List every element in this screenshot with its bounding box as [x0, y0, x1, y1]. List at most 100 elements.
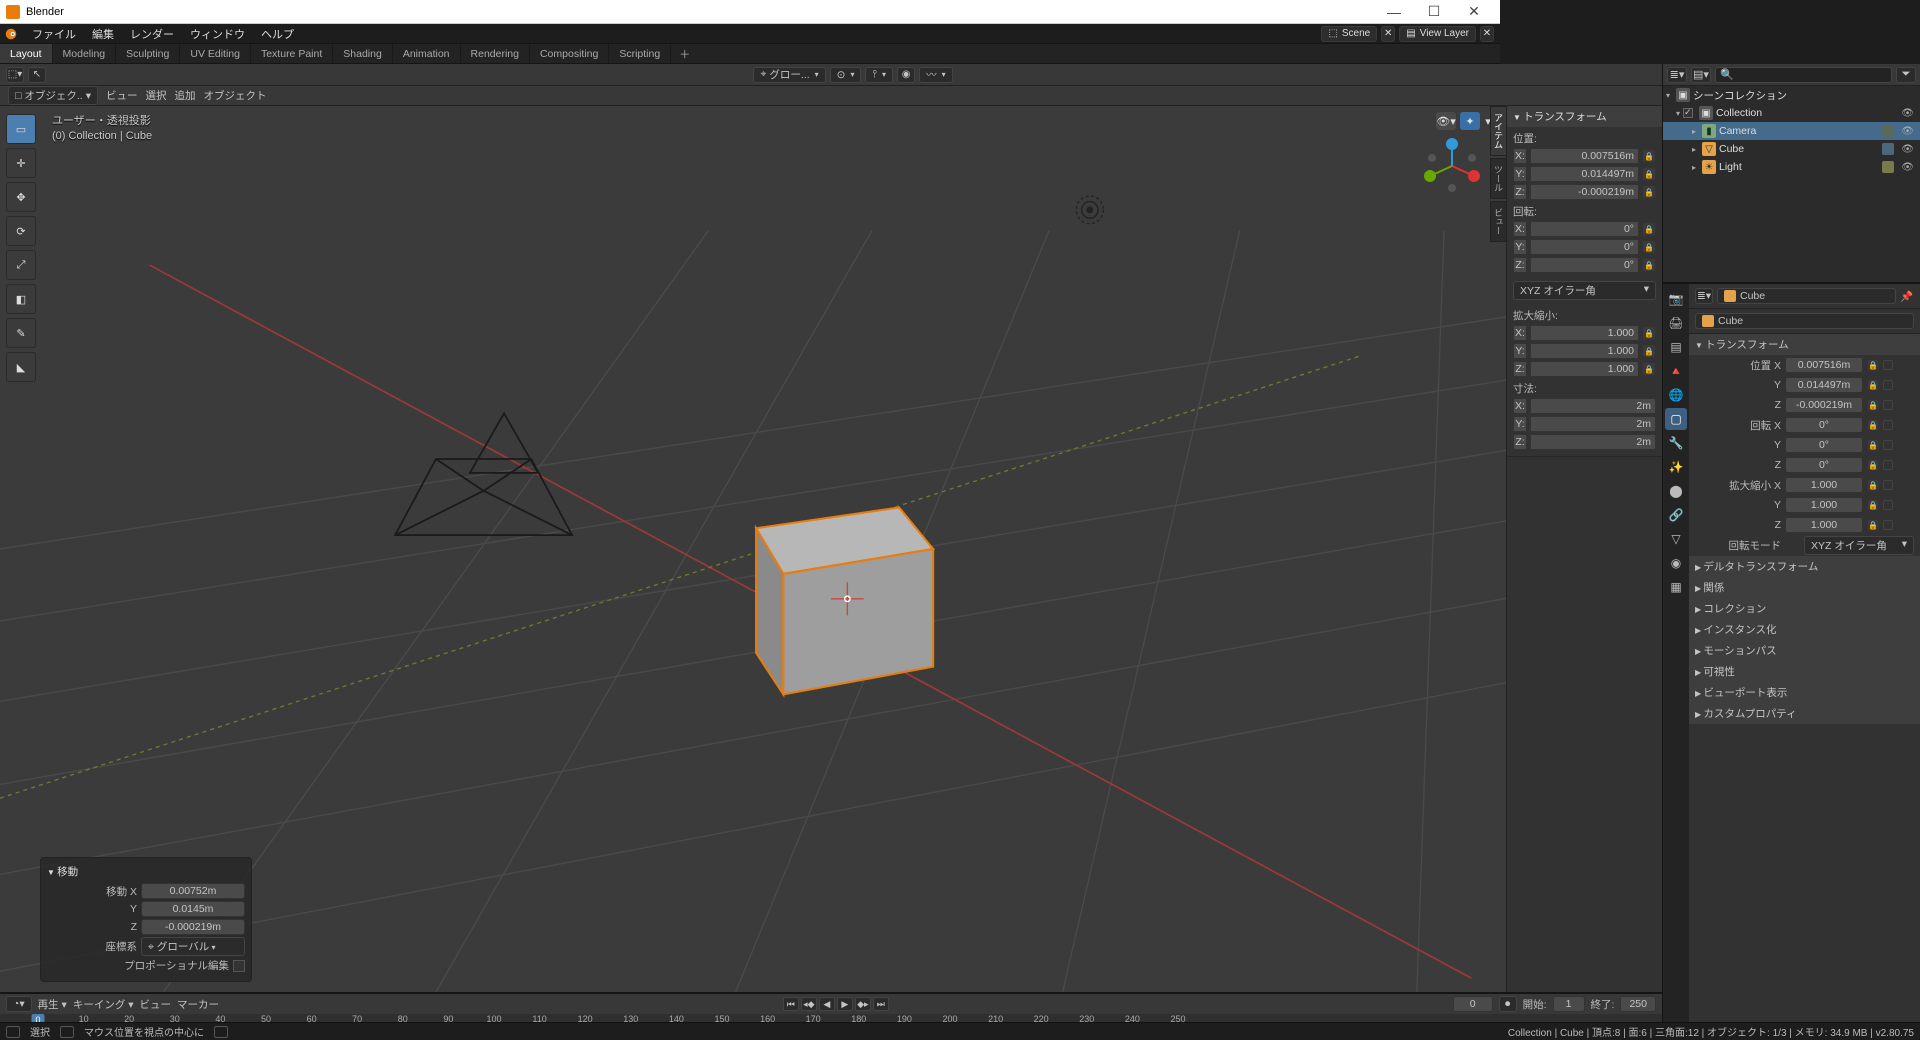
maximize-button[interactable]: ☐ [1414, 0, 1454, 24]
gizmo-toggle[interactable]: ✦ [1460, 112, 1480, 130]
workspace-add[interactable]: ＋ [671, 44, 698, 63]
tab-sculpting[interactable]: Sculpting [116, 44, 180, 63]
play[interactable]: ▶ [837, 997, 853, 1011]
cursor-tool-icon[interactable]: ↖ [28, 67, 46, 83]
tl-marker[interactable]: マーカー [177, 997, 219, 1012]
tool-select-box[interactable]: ▭ [6, 114, 36, 144]
minimize-button[interactable]: — [1374, 0, 1414, 24]
outliner-filter[interactable]: ⏷ [1896, 67, 1916, 83]
keyframe-icon[interactable] [1883, 500, 1893, 510]
keyframe-icon[interactable] [1883, 380, 1893, 390]
3d-viewport[interactable]: ▭ ✛ ✥ ⟳ ⤢ ◧ ✎ ◣ ユーザー・透視投影 (0) Collection… [0, 106, 1662, 992]
tab-shading[interactable]: Shading [333, 44, 393, 63]
timeline-editor-type[interactable]: ◔▾ [6, 996, 32, 1012]
proportional-falloff[interactable]: 〰 [919, 67, 953, 83]
lock-icon[interactable]: 🔒 [1642, 222, 1656, 236]
keyframe-icon[interactable] [1883, 400, 1893, 410]
tab-texture-paint[interactable]: Texture Paint [251, 44, 333, 63]
ptab-render[interactable]: 📷 [1665, 288, 1687, 310]
ptab-data[interactable]: ▽ [1665, 528, 1687, 550]
menu-file[interactable]: ファイル [24, 24, 84, 43]
play-reverse[interactable]: ◀ [819, 997, 835, 1011]
tab-uv-editing[interactable]: UV Editing [180, 44, 251, 63]
ptab-output[interactable]: 🖨 [1665, 312, 1687, 334]
keyframe-icon[interactable] [1883, 360, 1893, 370]
ptab-object[interactable]: ▢ [1665, 408, 1687, 430]
lock-icon[interactable]: 🔒 [1642, 185, 1656, 199]
loc-z[interactable]: -0.000219m [1530, 184, 1639, 200]
op-proportional-checkbox[interactable] [233, 960, 245, 972]
outliner-search[interactable]: 🔍 [1715, 67, 1892, 83]
tab-rendering[interactable]: Rendering [461, 44, 530, 63]
loc-y[interactable]: 0.014497m [1530, 166, 1639, 182]
menu-window[interactable]: ウィンドウ [182, 24, 253, 43]
dim-y[interactable]: 2m [1530, 416, 1656, 432]
ptab-particles[interactable]: ✨ [1665, 456, 1687, 478]
ptab-physics[interactable]: ⬤ [1665, 480, 1687, 502]
sec-viewport-display[interactable]: ビューポート表示 [1689, 682, 1920, 703]
tab-layout[interactable]: Layout [0, 44, 53, 63]
dim-x[interactable]: 2m [1530, 398, 1656, 414]
lock-icon[interactable]: 🔒 [1867, 519, 1879, 531]
pin-icon[interactable]: 📌 [1900, 290, 1914, 303]
pivot-dropdown[interactable]: ⊙ [830, 67, 862, 83]
lock-icon[interactable]: 🔒 [1867, 439, 1879, 451]
tab-compositing[interactable]: Compositing [530, 44, 609, 63]
ptab-material[interactable]: ◉ [1665, 552, 1687, 574]
keyframe-icon[interactable] [1883, 420, 1893, 430]
tab-animation[interactable]: Animation [393, 44, 461, 63]
last-operator-header[interactable]: 移動 [47, 862, 245, 883]
viewlayer-new[interactable]: ✕ [1480, 26, 1494, 42]
rotation-mode-dropdown[interactable]: XYZ オイラー角▾ [1513, 281, 1656, 300]
menu-render[interactable]: レンダー [122, 24, 182, 43]
current-frame[interactable]: 0 [1453, 996, 1493, 1012]
ptab-viewlayer[interactable]: ▤ [1665, 336, 1687, 358]
sec-instancing[interactable]: インスタンス化 [1689, 619, 1920, 640]
lock-icon[interactable]: 🔒 [1867, 479, 1879, 491]
keyframe-icon[interactable] [1883, 480, 1893, 490]
outliner-scene-collection[interactable]: ▾▣ シーンコレクション [1663, 86, 1920, 104]
lock-icon[interactable]: 🔒 [1867, 419, 1879, 431]
axis-gizmo[interactable] [1422, 136, 1482, 196]
p-scale-x[interactable]: 1.000 [1785, 477, 1863, 493]
autokey-toggle[interactable]: ⏺ [1499, 996, 1517, 1012]
tool-cursor[interactable]: ✛ [6, 148, 36, 178]
proportional-edit-toggle[interactable]: ◉ [897, 67, 915, 83]
eye-icon[interactable]: 👁 [1901, 144, 1914, 155]
sec-collections[interactable]: コレクション [1689, 598, 1920, 619]
keyframe-icon[interactable] [1883, 520, 1893, 530]
scale-x[interactable]: 1.000 [1530, 325, 1639, 341]
op-move-z[interactable]: -0.000219m [141, 919, 245, 935]
lock-icon[interactable]: 🔒 [1642, 362, 1656, 376]
sec-delta[interactable]: デルタトランスフォーム [1689, 556, 1920, 577]
lock-icon[interactable]: 🔒 [1642, 167, 1656, 181]
jump-end[interactable]: ⏭ [873, 997, 889, 1011]
tl-view[interactable]: ビュー [140, 997, 172, 1012]
menu-object[interactable]: オブジェクト [203, 88, 266, 103]
lock-icon[interactable]: 🔒 [1642, 326, 1656, 340]
ptab-constraints[interactable]: 🔗 [1665, 504, 1687, 526]
blender-logo-icon[interactable] [4, 27, 18, 41]
selectability-dropdown[interactable]: 👁▾ [1436, 112, 1456, 130]
props-editor-type[interactable]: ≣▾ [1695, 288, 1713, 304]
outliner-collection[interactable]: ▾ ▣ Collection 👁 [1663, 104, 1920, 122]
op-move-y[interactable]: 0.0145m [141, 901, 245, 917]
ptab-world[interactable]: 🌐 [1665, 384, 1687, 406]
sec-visibility[interactable]: 可視性 [1689, 661, 1920, 682]
snap-dropdown[interactable]: ⫯ [865, 67, 893, 83]
keyframe-next[interactable]: ◆▸ [855, 997, 871, 1011]
ptab-scene[interactable]: 🔺 [1665, 360, 1687, 382]
op-move-x[interactable]: 0.00752m [141, 883, 245, 899]
tl-keying[interactable]: キーイング ▾ [73, 997, 134, 1012]
eye-icon[interactable]: 👁 [1901, 126, 1914, 137]
collection-enable-checkbox[interactable] [1683, 108, 1693, 118]
menu-edit[interactable]: 編集 [84, 24, 122, 43]
tool-move[interactable]: ✥ [6, 182, 36, 212]
breadcrumb-data[interactable]: Cube [1695, 313, 1914, 329]
outliner-item-camera[interactable]: ▸▮ Camera 👁 [1663, 122, 1920, 140]
viewlayer-selector[interactable]: ▤ View Layer [1399, 26, 1476, 42]
keyframe-prev[interactable]: ◂◆ [801, 997, 817, 1011]
p-rot-y[interactable]: 0° [1785, 437, 1863, 453]
tab-scripting[interactable]: Scripting [609, 44, 671, 63]
lock-icon[interactable]: 🔒 [1867, 499, 1879, 511]
